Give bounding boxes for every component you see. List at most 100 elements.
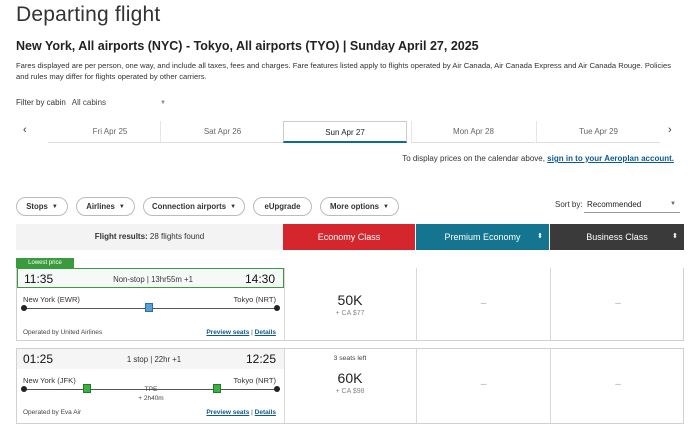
departure-time: 11:35 xyxy=(24,272,54,286)
more-options-button[interactable]: More options ▼ xyxy=(320,197,399,216)
caret-down-icon: ▼ xyxy=(383,203,389,210)
details-link[interactable]: Details xyxy=(255,329,276,336)
operated-by: Operated by United Airlines xyxy=(23,329,103,336)
origin-airport: New York (EWR) xyxy=(23,295,80,304)
preview-seats-link[interactable]: Preview seats xyxy=(206,329,249,336)
cabin-filter-label: Filter by cabin xyxy=(16,98,66,107)
business-class-header[interactable]: Business Class ⬍ xyxy=(550,224,684,250)
caret-down-icon: ▼ xyxy=(51,203,58,210)
date-tab-sat-apr-26[interactable]: Sat Apr 26 xyxy=(160,121,284,143)
business-class-label: Business Class xyxy=(586,232,648,242)
business-unavailable: – xyxy=(615,298,621,309)
destination-dot xyxy=(274,386,280,392)
flight-stops-duration: Non-stop | 13hr55m +1 xyxy=(113,275,193,284)
layover-duration: + 2h40m xyxy=(138,395,164,402)
economy-class-header[interactable]: Economy Class xyxy=(283,224,415,250)
sort-select[interactable]: Recommended ▼ xyxy=(584,199,680,213)
business-fare-cell: – xyxy=(551,349,685,423)
economy-cash: + CA $98 xyxy=(335,388,365,395)
destination-airport: Tokyo (NRT) xyxy=(233,295,276,304)
date-tab-tue-apr-29[interactable]: Tue Apr 29 xyxy=(536,121,660,143)
stops-filter-label: Stops xyxy=(26,202,48,211)
airline-tail-icon xyxy=(213,384,221,393)
caret-down-icon: ▼ xyxy=(118,203,125,210)
eupgrade-filter-label: eUpgrade xyxy=(264,202,301,211)
filter-pills: Stops ▼ Airlines ▼ Connection airports ▼ eU… xyxy=(16,197,407,216)
economy-cash: + CA $77 xyxy=(335,310,365,317)
economy-class-label: Economy Class xyxy=(317,232,381,242)
flight-time-row: 11:35 Non-stop | 13hr55m +1 14:30 xyxy=(17,268,284,288)
cabin-filter-value[interactable]: All cabins xyxy=(72,98,106,107)
arrival-time: 12:25 xyxy=(245,352,276,366)
link-separator: | xyxy=(251,329,253,336)
premium-unavailable: – xyxy=(480,298,487,309)
cabin-filter[interactable]: Filter by cabin All cabins ▼ xyxy=(16,98,166,107)
details-link[interactable]: Details xyxy=(255,409,276,416)
date-tab-mon-apr-28[interactable]: Mon Apr 28 xyxy=(411,121,535,143)
origin-airport: New York (JFK) xyxy=(23,376,76,385)
business-unavailable: – xyxy=(615,379,621,390)
premium-economy-header[interactable]: Premium Economy ⬍ xyxy=(416,224,549,250)
airlines-filter-label: Airlines xyxy=(86,202,115,211)
link-separator: | xyxy=(251,409,253,416)
premium-economy-fare-cell: – xyxy=(417,349,550,423)
aeroplan-signin-link[interactable]: sign in to your Aeroplan account. xyxy=(547,154,674,163)
connection-airports-filter-label: Connection airports xyxy=(151,202,227,211)
stops-filter-button[interactable]: Stops ▼ xyxy=(16,197,68,216)
premium-economy-fare-cell: – xyxy=(417,268,550,340)
sort-label: Sort by: xyxy=(555,200,583,209)
airlines-filter-button[interactable]: Airlines ▼ xyxy=(76,197,135,216)
cabin-header: Flight results: 28 flights found Economy… xyxy=(16,224,684,250)
departure-time: 01:25 xyxy=(23,352,54,366)
caret-down-icon: ▼ xyxy=(670,201,676,207)
eupgrade-filter-button[interactable]: eUpgrade xyxy=(253,197,312,216)
sort-select-value: Recommended xyxy=(587,200,642,209)
airline-tail-icon xyxy=(83,384,91,393)
flight-stops-duration: 1 stop | 22hr +1 xyxy=(126,355,182,364)
origin-dot xyxy=(21,305,27,311)
connection-airports-filter-button[interactable]: Connection airports ▼ xyxy=(143,197,245,216)
more-options-label: More options xyxy=(330,202,379,211)
aeroplan-note: To display prices on the calendar above,… xyxy=(402,154,674,163)
results-count: 28 flights found xyxy=(149,232,205,241)
flight-time-row: 01:25 1 stop | 22hr +1 12:25 xyxy=(17,349,284,369)
results-label: Flight results: xyxy=(94,232,148,241)
operated-by: Operated by Eva Air xyxy=(23,409,82,416)
premium-economy-label: Premium Economy xyxy=(444,232,521,242)
airline-tail-icon xyxy=(145,303,153,312)
flight-details: 11:35 Non-stop | 13hr55m +1 14:30 New Yo… xyxy=(17,268,284,340)
seats-left: 3 seats left xyxy=(333,355,367,362)
fare-disclaimer: Fares displayed are per person, one way,… xyxy=(16,61,671,81)
flight-results-count: Flight results: 28 flights found xyxy=(16,224,283,250)
connection-airport: TPE xyxy=(144,386,158,393)
arrival-time: 14:30 xyxy=(244,272,275,286)
flight-details: 01:25 1 stop | 22hr +1 12:25 New York (J… xyxy=(17,349,284,423)
page-title: Departing flight xyxy=(16,3,161,26)
economy-points: 60K xyxy=(337,370,363,386)
caret-down-icon: ▼ xyxy=(230,203,237,210)
date-tab-sun-apr-27[interactable]: Sun Apr 27 xyxy=(283,121,407,143)
economy-points: 50K xyxy=(337,292,363,308)
caret-down-icon: ▼ xyxy=(160,99,166,106)
lowest-price-badge: Lowest price xyxy=(16,258,74,268)
economy-fare-cell[interactable]: 50K + CA $77 xyxy=(284,268,416,340)
flight-links: Preview seats | Details xyxy=(206,329,276,336)
chevron-right-icon[interactable]: › xyxy=(668,124,672,136)
chevron-left-icon[interactable]: ‹ xyxy=(23,124,27,136)
destination-airport: Tokyo (NRT) xyxy=(233,376,276,385)
sort-arrows-icon: ⬍ xyxy=(537,233,543,240)
economy-fare-cell[interactable]: 3 seats left 60K + CA $98 xyxy=(284,349,416,423)
route-summary: New York, All airports (NYC) - Tokyo, Al… xyxy=(16,39,479,53)
date-tab-fri-apr-25[interactable]: Fri Apr 25 xyxy=(48,121,172,143)
preview-seats-link[interactable]: Preview seats xyxy=(206,409,249,416)
flight-links: Preview seats | Details xyxy=(206,409,276,416)
premium-unavailable: – xyxy=(480,379,487,390)
business-fare-cell: – xyxy=(551,268,685,340)
destination-dot xyxy=(274,305,280,311)
flight-card: 01:25 1 stop | 22hr +1 12:25 New York (J… xyxy=(16,348,684,424)
sort-arrows-icon: ⬍ xyxy=(672,233,678,240)
aeroplan-note-text: To display prices on the calendar above, xyxy=(402,154,548,163)
date-selector: ‹ Fri Apr 25 Sat Apr 26 Sun Apr 27 Mon A… xyxy=(16,121,680,143)
flight-card: 11:35 Non-stop | 13hr55m +1 14:30 New Yo… xyxy=(16,268,684,341)
origin-dot xyxy=(21,386,27,392)
